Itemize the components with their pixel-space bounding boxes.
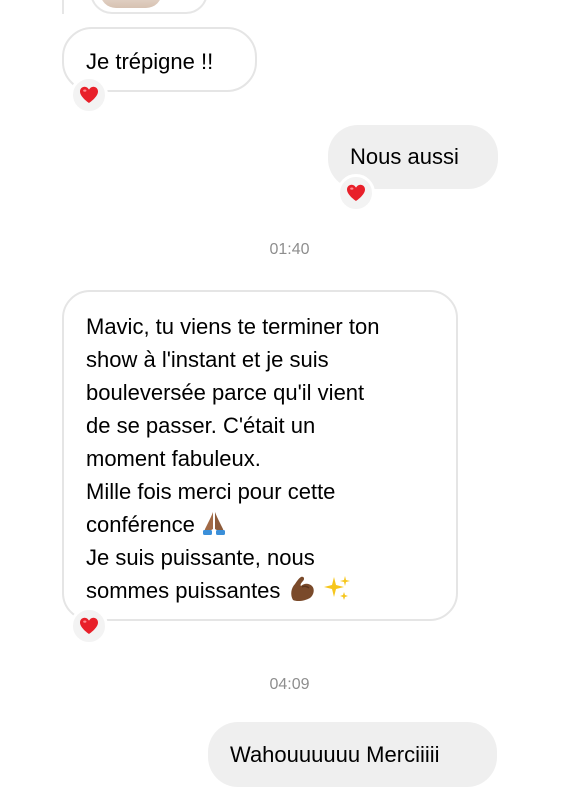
message-line: show à l'instant et je suis (86, 347, 329, 372)
message-text: Nous aussi (350, 144, 459, 169)
heart-icon (80, 86, 98, 103)
outgoing-message-bubble[interactable]: Wahouuuuuu Merciiiii (208, 722, 497, 787)
reaction-badge[interactable] (337, 174, 375, 212)
message-line-with-emoji: conférence (86, 508, 456, 541)
message-line: bouleversée parce qu'il vient (86, 380, 365, 405)
message-line: Je suis puissante, nous (86, 545, 315, 570)
image-thumbnail (100, 0, 162, 8)
message-text: Je trépigne !! (86, 49, 214, 74)
incoming-message-bubble[interactable]: Mavic, tu viens te terminer ton show à l… (62, 290, 458, 621)
message-text: Wahouuuuuu Merciiiii (230, 742, 440, 767)
sparkles-emoji (323, 576, 350, 600)
previous-image-message[interactable] (90, 0, 208, 14)
message-line: sommes puissantes (86, 578, 281, 603)
message-timestamp: 04:09 (269, 676, 310, 693)
message-line: moment fabuleux. (86, 446, 261, 471)
heart-icon (80, 617, 98, 634)
message-line: Mavic, tu viens te terminer ton (86, 314, 380, 339)
message-line: Mille fois merci pour cette (86, 479, 336, 504)
reaction-badge[interactable] (70, 607, 108, 645)
folded-hands-emoji (202, 512, 225, 535)
message-line: de se passer. C'était un (86, 413, 316, 438)
message-timestamp: 01:40 (269, 241, 310, 258)
message-line: conférence (86, 512, 195, 537)
message-line-with-emoji: sommes puissantes (86, 574, 456, 607)
reaction-badge[interactable] (70, 76, 108, 114)
heart-icon (347, 184, 365, 201)
reply-thread-line (62, 0, 64, 14)
flexed-biceps-emoji (290, 576, 314, 602)
